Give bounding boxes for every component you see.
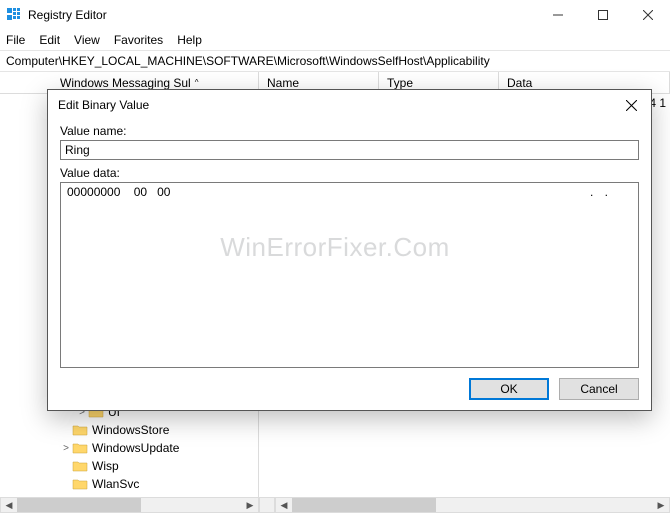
menu-help[interactable]: Help (177, 33, 202, 47)
menu-bar: File Edit View Favorites Help (0, 30, 670, 50)
dialog-body: Value name: Ring Value data: 00000000 00… (48, 120, 651, 410)
folder-icon (72, 477, 88, 491)
close-button[interactable] (625, 0, 670, 30)
window-controls (535, 0, 670, 30)
tree-node[interactable]: WindowsStore (0, 421, 258, 439)
tree-node[interactable]: WlanSvc (0, 475, 258, 493)
dialog-title-bar: Edit Binary Value (48, 90, 651, 120)
tree-header-label: Windows Messaging Sul (60, 76, 191, 90)
hex-ascii: . . (590, 185, 632, 365)
value-data-label: Value data: (60, 166, 639, 180)
scroll-track[interactable] (17, 498, 242, 512)
tree-node[interactable]: > WindowsUpdate (0, 439, 258, 457)
value-name-input[interactable]: Ring (60, 140, 639, 160)
title-bar: Registry Editor (0, 0, 670, 30)
minimize-button[interactable] (535, 0, 580, 30)
tree-node-label: WindowsUpdate (92, 441, 179, 455)
folder-icon (72, 423, 88, 437)
tree-body: > UI WindowsStore > WindowsUpdate Wisp (0, 403, 258, 497)
folder-icon (72, 441, 88, 455)
sort-indicator-icon: ^ (195, 78, 199, 87)
scroll-track[interactable] (292, 498, 653, 512)
value-data-hex-editor[interactable]: 00000000 00 00 . . (60, 182, 639, 368)
address-bar[interactable]: Computer\HKEY_LOCAL_MACHINE\SOFTWARE\Mic… (0, 50, 670, 72)
address-path: Computer\HKEY_LOCAL_MACHINE\SOFTWARE\Mic… (0, 54, 490, 68)
tree-node-label: WlanSvc (92, 477, 139, 491)
tree-hscrollbar[interactable]: ◀ ▶ (0, 497, 259, 513)
expander-icon[interactable]: > (60, 443, 72, 454)
dialog-buttons: OK Cancel (60, 368, 639, 400)
tree-node[interactable]: Wisp (0, 457, 258, 475)
value-name-label: Value name: (60, 124, 639, 138)
hex-bytes: 00 00 (134, 185, 171, 199)
menu-file[interactable]: File (6, 33, 25, 47)
hex-offset: 00000000 (67, 185, 120, 199)
cancel-button[interactable]: Cancel (559, 378, 639, 400)
scroll-right-icon[interactable]: ▶ (242, 498, 258, 512)
menu-favorites[interactable]: Favorites (114, 33, 163, 47)
edit-binary-value-dialog: Edit Binary Value Value name: Ring Value… (47, 89, 652, 411)
ok-button[interactable]: OK (469, 378, 549, 400)
menu-edit[interactable]: Edit (39, 33, 60, 47)
window-title: Registry Editor (28, 8, 107, 22)
scroll-left-icon[interactable]: ◀ (1, 498, 17, 512)
dialog-title: Edit Binary Value (58, 98, 149, 112)
folder-icon (72, 459, 88, 473)
list-hscrollbar[interactable]: ◀ ▶ (275, 497, 670, 513)
horizontal-scrollbars: ◀ ▶ ◀ ▶ (0, 497, 670, 513)
menu-view[interactable]: View (74, 33, 100, 47)
scroll-left-icon[interactable]: ◀ (276, 498, 292, 512)
tree-node-label: Wisp (92, 459, 119, 473)
maximize-button[interactable] (580, 0, 625, 30)
dialog-close-button[interactable] (611, 90, 651, 120)
registry-editor-icon (6, 7, 22, 23)
scroll-right-icon[interactable]: ▶ (653, 498, 669, 512)
tree-node-label: WindowsStore (92, 423, 169, 437)
